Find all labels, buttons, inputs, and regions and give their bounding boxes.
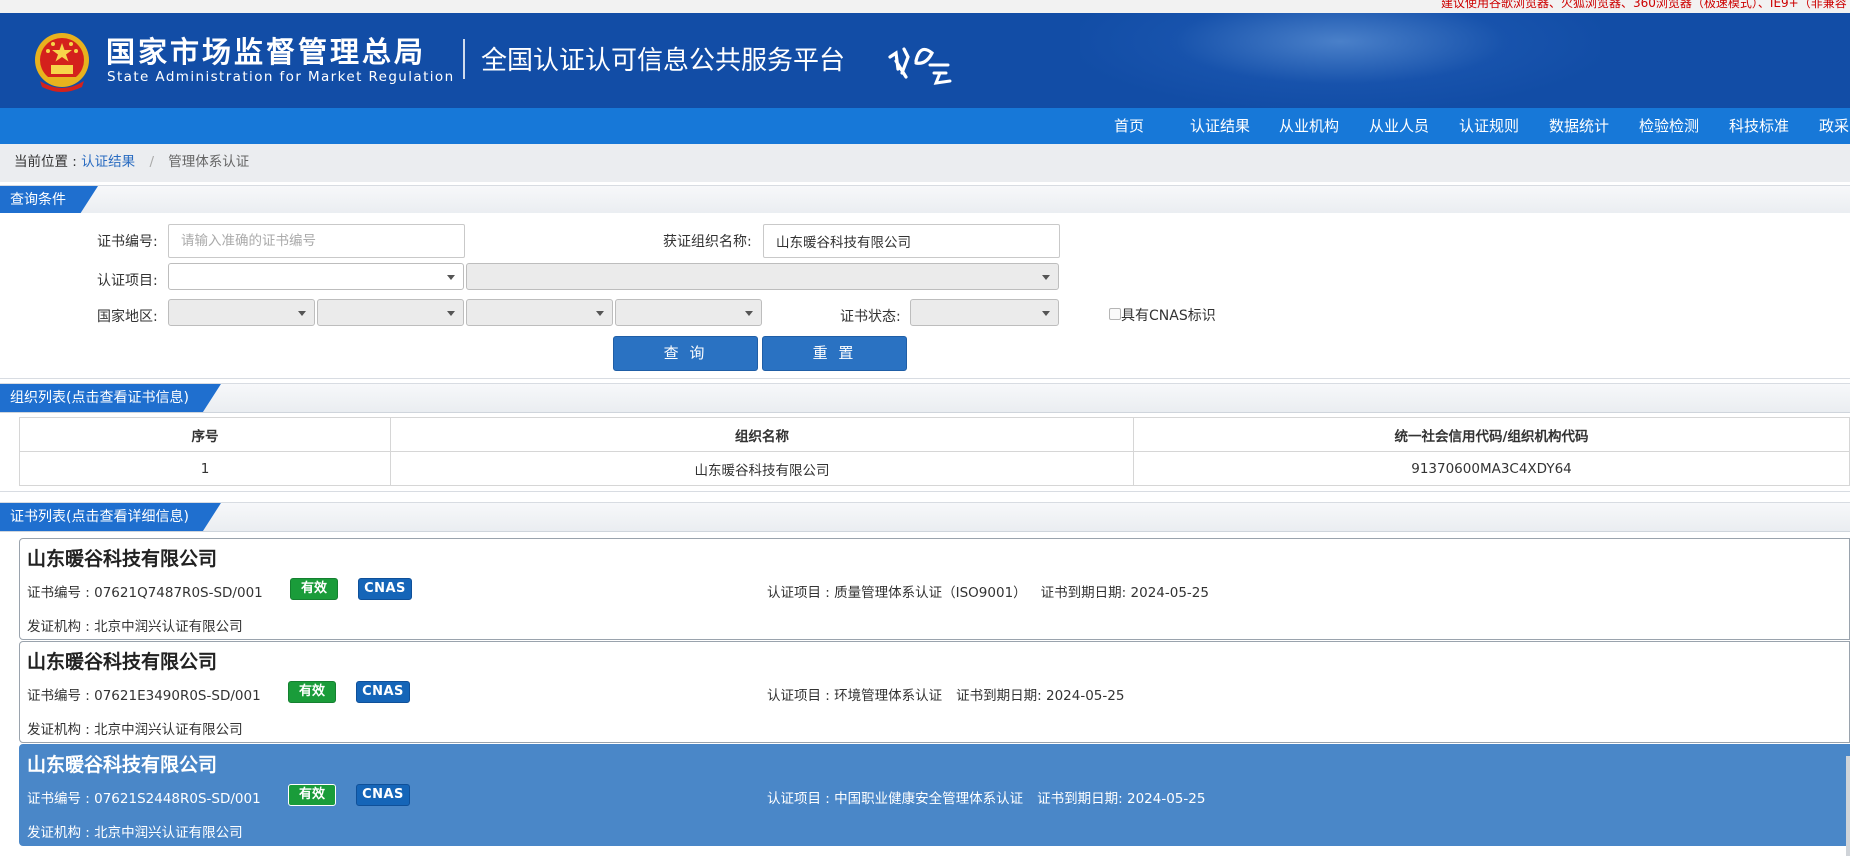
chevron-down-icon <box>298 311 306 316</box>
status-badge: 有效 <box>288 681 336 703</box>
nav-cert-rules[interactable]: 认证规则 <box>1459 108 1519 144</box>
cnas-badge: CNAS <box>356 681 410 703</box>
col-header-credit-code: 统一社会信用代码/组织机构代码 <box>1133 417 1850 452</box>
header-decoration <box>1080 13 1600 108</box>
cnas-checkbox-label: 具有CNAS标识 <box>1121 308 1216 324</box>
col-header-index: 序号 <box>19 417 391 452</box>
nav-cert-results[interactable]: 认证结果 <box>1190 108 1250 144</box>
cert-card[interactable]: 山东暖谷科技有限公司 证书编号 : 07621Q7487R0S-SD/001 有… <box>19 538 1850 640</box>
status-select[interactable] <box>910 299 1059 326</box>
status-badge: 有效 <box>288 784 336 806</box>
cert-project: 认证项目 : 质量管理体系认证（ISO9001） <box>767 585 1027 601</box>
cnas-badge: CNAS <box>356 784 410 806</box>
query-form: 证书编号: 获证组织名称: 认证项目: 国家地区: 证书状态: 具有CNAS标识… <box>0 213 1850 379</box>
nav-procurement[interactable]: 政采 <box>1819 108 1849 144</box>
cert-card-selected[interactable]: 山东暖谷科技有限公司 证书编号 : 07621S2448R0S-SD/001 有… <box>19 744 1850 846</box>
chevron-down-icon <box>447 311 455 316</box>
cert-project: 认证项目 : 环境管理体系认证 <box>767 688 943 704</box>
region-label: 国家地区: <box>97 309 158 325</box>
chevron-down-icon <box>447 275 455 280</box>
cert-org-name: 山东暖谷科技有限公司 <box>27 754 218 776</box>
row-index: 1 <box>19 451 391 486</box>
cert-expiry: 证书到期日期: 2024-05-25 <box>956 688 1125 704</box>
agency-name-en: State Administration for Market Regulati… <box>107 69 455 85</box>
breadcrumb-prefix: 当前位置 : <box>14 154 77 170</box>
status-label: 证书状态: <box>840 309 901 325</box>
org-name-label: 获证组织名称: <box>663 234 752 250</box>
region-select-3[interactable] <box>466 299 613 326</box>
cert-list-section-header: 证书列表(点击查看详细信息) <box>0 502 1850 532</box>
col-header-org-name: 组织名称 <box>390 417 1134 452</box>
chevron-down-icon <box>1042 275 1050 280</box>
cnas-badge: CNAS <box>358 578 412 600</box>
status-badge: 有效 <box>290 578 338 600</box>
nav-inspection[interactable]: 检验检测 <box>1639 108 1699 144</box>
agency-name-cn: 国家市场监督管理总局 <box>106 35 427 69</box>
breadcrumb-link[interactable]: 认证结果 <box>81 154 135 170</box>
cert-project-expiry: 认证项目 : 中国职业健康安全管理体系认证 证书到期日期: 2024-05-25 <box>767 787 1205 807</box>
breadcrumb-separator: / <box>149 154 154 170</box>
cert-org-name: 山东暖谷科技有限公司 <box>27 548 218 570</box>
platform-title: 全国认证认可信息公共服务平台 <box>481 46 846 76</box>
cert-card[interactable]: 山东暖谷科技有限公司 证书编号 : 07621E3490R0S-SD/001 有… <box>19 641 1850 743</box>
cert-no-label: 证书编号: <box>97 234 158 250</box>
cert-no-input[interactable] <box>168 224 465 258</box>
cert-expiry: 证书到期日期: 2024-05-25 <box>1040 585 1209 601</box>
table-row[interactable]: 1 山东暖谷科技有限公司 91370600MA3C4XDY64 <box>19 451 1850 486</box>
breadcrumb: 当前位置 : 认证结果 / 管理体系认证 <box>0 144 1850 182</box>
breadcrumb-current: 管理体系认证 <box>168 154 250 170</box>
org-list-section-header: 组织列表(点击查看证书信息) <box>0 383 1850 413</box>
org-panel-divider <box>0 491 1850 492</box>
row-credit-code: 91370600MA3C4XDY64 <box>1133 451 1850 486</box>
org-name-input[interactable] <box>763 224 1060 258</box>
nav-tech-standards[interactable]: 科技标准 <box>1729 108 1789 144</box>
cert-org-name: 山东暖谷科技有限公司 <box>27 651 218 673</box>
chevron-down-icon <box>596 311 604 316</box>
org-list-section-title: 组织列表(点击查看证书信息) <box>0 384 221 412</box>
cert-list-section-title: 证书列表(点击查看详细信息) <box>0 503 221 531</box>
reset-button[interactable]: 重 置 <box>762 336 907 371</box>
ren-yun-logo-icon <box>888 47 952 85</box>
site-header: 国家市场监督管理总局 State Administration for Mark… <box>0 13 1850 108</box>
table-header-row: 序号 组织名称 统一社会信用代码/组织机构代码 <box>19 417 1850 452</box>
row-org-name[interactable]: 山东暖谷科技有限公司 <box>390 451 1134 486</box>
browser-notice-bar: 建议使用谷歌浏览器、火狐浏览器、360浏览器（极速模式）、IE9+（非兼容 <box>0 0 1850 13</box>
chevron-down-icon <box>1042 311 1050 316</box>
main-nav: 首页 认证结果 从业机构 从业人员 认证规则 数据统计 检验检测 科技标准 政采 <box>0 108 1850 144</box>
national-emblem-icon <box>35 33 89 92</box>
sub-project-select[interactable] <box>466 263 1059 290</box>
cert-project: 认证项目 : 中国职业健康安全管理体系认证 <box>767 791 1024 807</box>
page-scrollbar[interactable] <box>1846 756 1850 856</box>
cnas-checkbox[interactable] <box>1109 308 1121 320</box>
nav-institutions[interactable]: 从业机构 <box>1279 108 1339 144</box>
cert-number: 证书编号 : 07621S2448R0S-SD/001 <box>27 791 261 807</box>
cert-issuer: 发证机构 : 北京中润兴认证有限公司 <box>27 825 243 841</box>
cert-expiry: 证书到期日期: 2024-05-25 <box>1037 791 1206 807</box>
query-section-title: 查询条件 <box>0 186 98 214</box>
browser-notice-text: 建议使用谷歌浏览器、火狐浏览器、360浏览器（极速模式）、IE9+（非兼容 <box>1441 0 1847 10</box>
query-section-header: 查询条件 <box>0 185 1850 215</box>
cert-issuer: 发证机构 : 北京中润兴认证有限公司 <box>27 619 243 635</box>
cert-project-expiry: 认证项目 : 环境管理体系认证 证书到期日期: 2024-05-25 <box>767 684 1124 704</box>
region-select-4[interactable] <box>615 299 762 326</box>
org-table: 序号 组织名称 统一社会信用代码/组织机构代码 1 山东暖谷科技有限公司 913… <box>19 417 1850 486</box>
cert-project-expiry: 认证项目 : 质量管理体系认证（ISO9001） 证书到期日期: 2024-05-… <box>767 581 1209 601</box>
cert-issuer: 发证机构 : 北京中润兴认证有限公司 <box>27 722 243 738</box>
header-divider <box>463 39 465 79</box>
region-select-2[interactable] <box>317 299 464 326</box>
cert-number: 证书编号 : 07621E3490R0S-SD/001 <box>27 688 261 704</box>
project-select[interactable] <box>168 263 464 290</box>
project-label: 认证项目: <box>97 273 158 289</box>
nav-statistics[interactable]: 数据统计 <box>1549 108 1609 144</box>
region-select-1[interactable] <box>168 299 315 326</box>
nav-home[interactable]: 首页 <box>1114 108 1144 144</box>
cert-number: 证书编号 : 07621Q7487R0S-SD/001 <box>27 585 263 601</box>
chevron-down-icon <box>745 311 753 316</box>
search-button[interactable]: 查 询 <box>613 336 758 371</box>
nav-practitioners[interactable]: 从业人员 <box>1369 108 1429 144</box>
